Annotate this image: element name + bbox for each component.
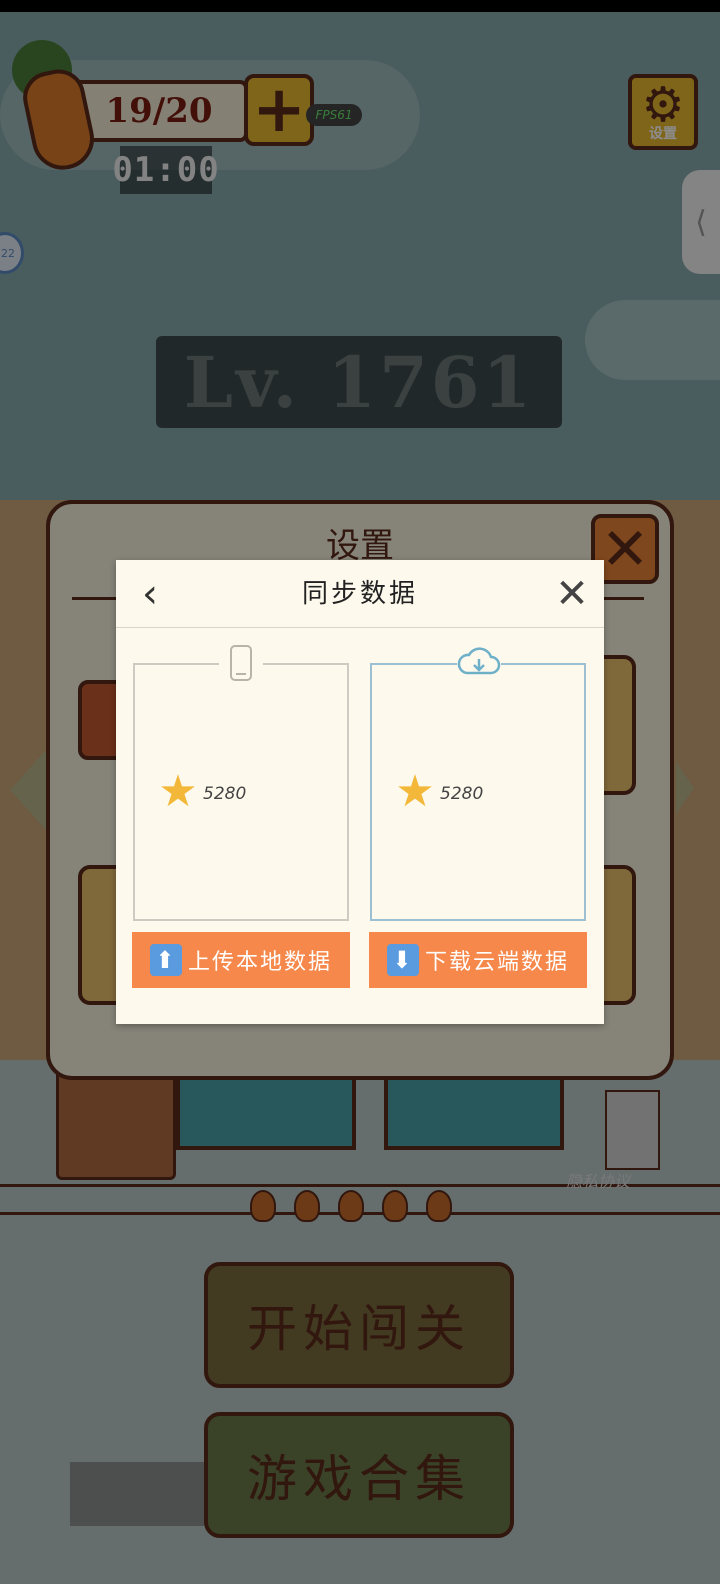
download-button-label: 下载云端数据 [424,950,569,975]
upload-arrow-icon: ⬆ [149,944,182,976]
download-cloud-data-button[interactable]: ⬇ 下载云端数据 [369,932,587,988]
status-bar [0,0,720,12]
upload-button-label: 上传本地数据 [187,950,332,975]
cloud-score: 5280 [440,784,484,804]
phone-icon [219,642,263,684]
modal-title: 同步数据 [301,579,418,609]
close-icon[interactable]: ✕ [548,566,596,622]
download-arrow-icon: ⬇ [386,944,419,976]
cloud-download-icon [457,642,501,684]
star-icon: ★ [158,766,198,817]
back-chevron-icon[interactable]: ‹ [130,566,170,622]
star-icon: ★ [395,766,435,817]
upload-local-data-button[interactable]: ⬆ 上传本地数据 [132,932,350,988]
local-score: 5280 [203,784,247,804]
